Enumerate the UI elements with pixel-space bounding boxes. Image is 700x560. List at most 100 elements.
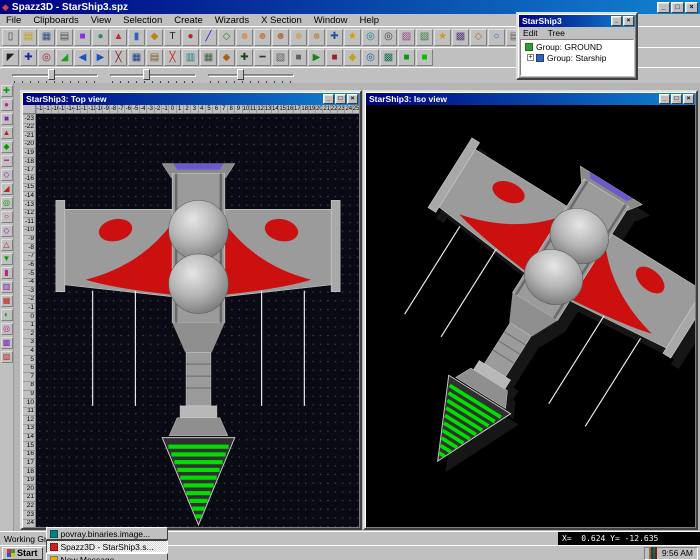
top-view-close-button[interactable]: × bbox=[347, 94, 358, 104]
taper-icon[interactable]: ▼ bbox=[1, 253, 13, 265]
subdivide-icon[interactable]: ▧ bbox=[1, 351, 13, 363]
wizard-wand-icon[interactable]: ★ bbox=[434, 29, 451, 46]
camera-icon[interactable]: ◎ bbox=[380, 29, 397, 46]
minimize-button[interactable]: _ bbox=[657, 2, 670, 13]
add-point-icon[interactable]: ✚ bbox=[1, 85, 13, 97]
mirror-tool-icon[interactable]: ▥ bbox=[1, 281, 13, 293]
avatar-body-icon[interactable]: ☻ bbox=[272, 29, 289, 46]
tree-close-button[interactable]: × bbox=[623, 16, 634, 26]
slider-1[interactable] bbox=[12, 69, 98, 83]
add-box-icon[interactable]: ■ bbox=[1, 113, 13, 125]
extrusion-icon[interactable]: ◆ bbox=[146, 29, 163, 46]
save-icon[interactable]: ▦ bbox=[38, 29, 55, 46]
snap-icon[interactable]: ◆ bbox=[218, 49, 235, 66]
texture-icon[interactable]: ▨ bbox=[416, 29, 433, 46]
viewpoint-icon[interactable]: ◎ bbox=[362, 29, 379, 46]
taskbar-clock[interactable]: 9:56 AM bbox=[659, 548, 693, 558]
slider-2[interactable] bbox=[110, 69, 196, 83]
face-tool-icon[interactable]: ◇ bbox=[1, 169, 13, 181]
close-button[interactable]: × bbox=[685, 2, 698, 13]
anchor-icon[interactable]: ✚ bbox=[326, 29, 343, 46]
menu-x-section[interactable]: X Section bbox=[255, 15, 308, 26]
tree-menu-edit[interactable]: Edit bbox=[523, 28, 538, 38]
slider-2-thumb[interactable] bbox=[143, 69, 150, 80]
slider-3-thumb[interactable] bbox=[237, 69, 244, 80]
menu-selection[interactable]: Selection bbox=[117, 15, 168, 26]
avatar-walk-icon[interactable]: ☻ bbox=[290, 29, 307, 46]
stop-icon[interactable]: ■ bbox=[326, 49, 343, 66]
grid-icon[interactable]: ▦ bbox=[200, 49, 217, 66]
redo-icon[interactable]: ▶ bbox=[92, 49, 109, 66]
menu-view[interactable]: View bbox=[85, 15, 117, 26]
mirror-icon[interactable]: ▥ bbox=[182, 49, 199, 66]
wireframe-icon[interactable]: ▧ bbox=[272, 49, 289, 66]
tree-titlebar[interactable]: StarShip3 _ × bbox=[519, 15, 635, 27]
maximize-button[interactable]: □ bbox=[671, 2, 684, 13]
weld-icon[interactable]: ◎ bbox=[1, 197, 13, 209]
cone-icon[interactable]: ▲ bbox=[110, 29, 127, 46]
iso-view-maximize-button[interactable]: □ bbox=[671, 94, 682, 104]
tray-icon-4[interactable] bbox=[655, 547, 657, 559]
avatar-head2-icon[interactable]: ☻ bbox=[254, 29, 271, 46]
menu-file[interactable]: File bbox=[0, 15, 27, 26]
solid-icon[interactable]: ■ bbox=[290, 49, 307, 66]
move-icon[interactable]: ✚ bbox=[20, 49, 37, 66]
iso-view-minimize-button[interactable]: _ bbox=[659, 94, 670, 104]
slider-3[interactable] bbox=[208, 69, 294, 83]
line-icon[interactable]: ╱ bbox=[200, 29, 217, 46]
new-file-icon[interactable]: ▯ bbox=[2, 29, 19, 46]
top-view-viewport[interactable] bbox=[36, 114, 359, 527]
top-view-minimize-button[interactable]: _ bbox=[323, 94, 334, 104]
cylinder-icon[interactable]: ▮ bbox=[128, 29, 145, 46]
bend-icon[interactable]: △ bbox=[1, 239, 13, 251]
zoom-out-icon[interactable]: ━ bbox=[254, 49, 271, 66]
tree-minimize-button[interactable]: _ bbox=[611, 16, 622, 26]
copy-icon[interactable]: ▦ bbox=[128, 49, 145, 66]
add-sphere-icon[interactable]: ● bbox=[1, 99, 13, 111]
expand-box-icon[interactable]: + bbox=[527, 54, 534, 61]
iso-view-titlebar[interactable]: StarShip3: Iso view _ □ × bbox=[366, 93, 695, 105]
stretch-icon[interactable]: ▮ bbox=[1, 267, 13, 279]
knife-icon[interactable]: ◢ bbox=[1, 183, 13, 195]
rotate-icon[interactable]: ◎ bbox=[38, 49, 55, 66]
tree-item-group-ground[interactable]: Group: GROUND bbox=[523, 41, 631, 52]
sphere-icon[interactable]: ● bbox=[92, 29, 109, 46]
light-icon[interactable]: ★ bbox=[344, 29, 361, 46]
top-view-titlebar[interactable]: StarShip3: Top view _ □ × bbox=[23, 93, 359, 105]
print-icon[interactable]: ▤ bbox=[56, 29, 73, 46]
open-folder-icon[interactable]: ▤ bbox=[20, 29, 37, 46]
edge-tool-icon[interactable]: ━ bbox=[1, 155, 13, 167]
task-povray-binaries-image[interactable]: povray.binaries.image... bbox=[46, 527, 168, 540]
menu-wizards[interactable]: Wizards bbox=[209, 15, 255, 26]
task-new-message[interactable]: New Message bbox=[46, 553, 168, 560]
delete-icon[interactable]: ╳ bbox=[164, 49, 181, 66]
sensor-icon[interactable]: ◇ bbox=[470, 29, 487, 46]
scale-icon[interactable]: ◢ bbox=[56, 49, 73, 66]
vertex-tool-icon[interactable]: ◆ bbox=[1, 141, 13, 153]
play-icon[interactable]: ▶ bbox=[308, 49, 325, 66]
array-icon[interactable]: ▦ bbox=[1, 295, 13, 307]
iso-view-close-button[interactable]: × bbox=[683, 94, 694, 104]
extrude-icon[interactable]: ▩ bbox=[1, 337, 13, 349]
tree-menu-tree[interactable]: Tree bbox=[548, 28, 565, 38]
boolean-icon[interactable]: ◐ bbox=[1, 309, 13, 321]
keyframe-icon[interactable]: ◆ bbox=[344, 49, 361, 66]
add-cone-icon[interactable]: ▲ bbox=[1, 127, 13, 139]
iso-view-viewport[interactable] bbox=[366, 105, 695, 527]
lathe-icon[interactable]: ◎ bbox=[1, 323, 13, 335]
undo-icon[interactable]: ◀ bbox=[74, 49, 91, 66]
select-arrow-icon[interactable]: ◤ bbox=[2, 49, 19, 66]
point-icon[interactable]: ● bbox=[182, 29, 199, 46]
material-icon[interactable]: ▧ bbox=[398, 29, 415, 46]
green-tool-icon[interactable]: ■ bbox=[398, 49, 415, 66]
world-icon[interactable]: ◎ bbox=[362, 49, 379, 66]
paste-icon[interactable]: ▤ bbox=[146, 49, 163, 66]
menu-clipboards[interactable]: Clipboards bbox=[27, 15, 84, 26]
twist-icon[interactable]: ◇ bbox=[1, 225, 13, 237]
cut-icon[interactable]: ╳ bbox=[110, 49, 127, 66]
box-icon[interactable]: ■ bbox=[74, 29, 91, 46]
face-icon[interactable]: ◇ bbox=[218, 29, 235, 46]
menu-window[interactable]: Window bbox=[308, 15, 354, 26]
menu-create[interactable]: Create bbox=[168, 15, 209, 26]
tree-view-icon[interactable]: ▩ bbox=[380, 49, 397, 66]
